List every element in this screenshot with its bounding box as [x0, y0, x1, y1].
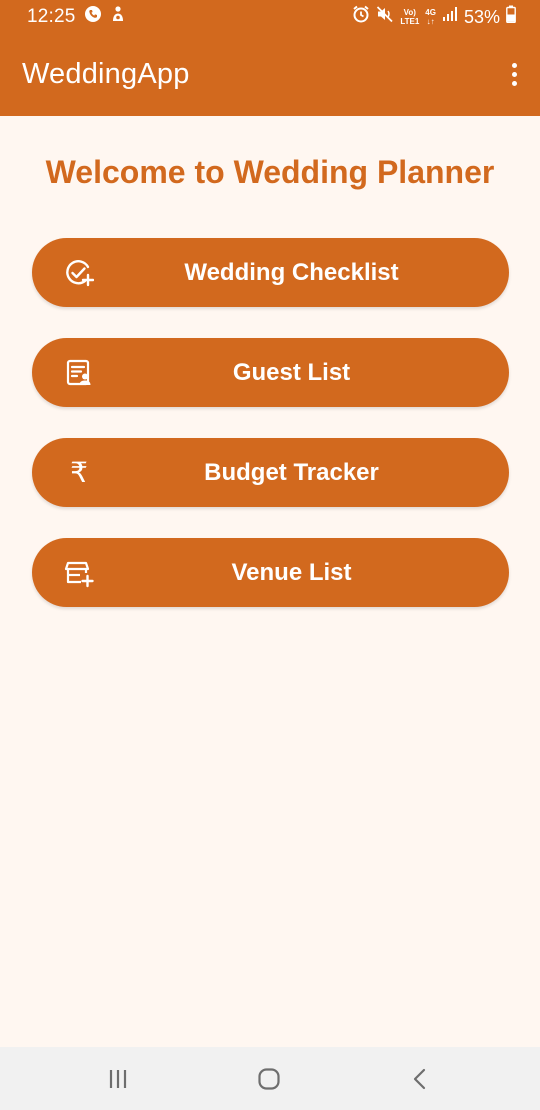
budget-tracker-label: Budget Tracker: [204, 459, 379, 486]
overflow-dot: [511, 71, 517, 77]
volte-icon: Vo) LTE1: [400, 8, 419, 26]
overflow-dot: [511, 62, 517, 68]
mute-icon: [376, 5, 394, 28]
status-right-group: Vo) LTE1 4G ↓↑ 53%: [352, 5, 516, 28]
wedding-checklist-button[interactable]: Wedding Checklist: [32, 238, 509, 307]
home-icon[interactable]: [251, 1061, 287, 1097]
network-arrows: ↓↑: [426, 16, 435, 26]
app-notification-icon: [110, 5, 126, 28]
venue-list-button[interactable]: Venue List: [32, 538, 509, 607]
volte-bottom-text: LTE1: [400, 16, 420, 26]
recent-apps-icon[interactable]: [100, 1061, 136, 1097]
system-nav-bar: [0, 1047, 540, 1110]
battery-icon: [506, 5, 516, 28]
signal-icon: [442, 6, 458, 27]
app-title: WeddingApp: [22, 58, 190, 90]
overflow-menu-icon[interactable]: [504, 58, 524, 90]
guest-list-label: Guest List: [232, 359, 351, 386]
phone-call-icon: [84, 5, 102, 28]
guest-list-button[interactable]: Guest List: [32, 338, 509, 407]
battery-percentage: 53%: [463, 6, 500, 27]
app-bar: WeddingApp: [0, 34, 540, 116]
network-type-text: 4G: [425, 7, 436, 17]
status-bar: 12:25 Vo) LTE1 4G ↓↑ 53%: [0, 0, 540, 34]
wedding-checklist-label: Wedding Checklist: [184, 259, 399, 286]
status-time: 12:25: [27, 5, 76, 27]
status-left-group: 12:25: [27, 5, 126, 28]
overflow-dot: [511, 80, 517, 86]
alarm-icon: [352, 5, 370, 28]
back-icon[interactable]: [402, 1061, 438, 1097]
volte-top-text: Vo): [403, 7, 416, 17]
page-title: Welcome to Wedding Planner: [45, 154, 495, 190]
network-type-icon: 4G ↓↑: [425, 8, 436, 26]
budget-tracker-button[interactable]: ₹ Budget Tracker: [32, 438, 509, 507]
venue-list-label: Venue List: [231, 559, 352, 586]
